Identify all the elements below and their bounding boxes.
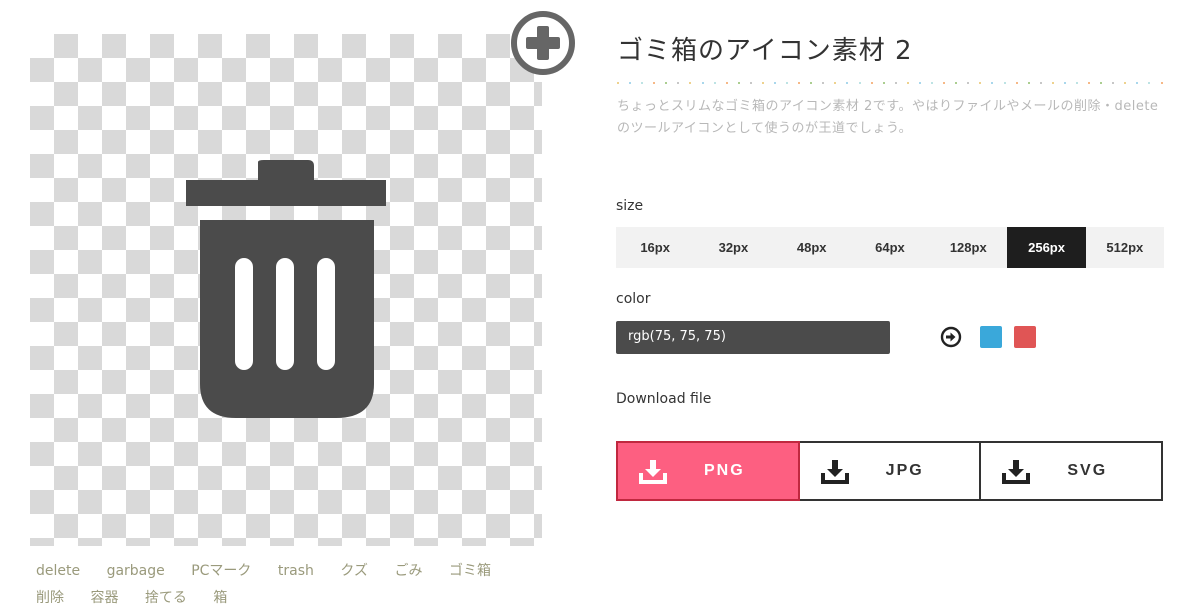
tag-link[interactable]: garbage [107,558,165,585]
size-option-512[interactable]: 512px [1086,227,1164,268]
download-svg-button[interactable]: SVG [981,443,1161,499]
tag-link[interactable]: delete [36,558,80,585]
tag-link[interactable]: 容器 [90,585,118,611]
tag-link[interactable]: ゴミ箱 [449,558,491,585]
download-icon [820,460,849,484]
page-title: ゴミ箱のアイコン素材 2 [617,36,913,66]
download-svg-label: SVG [1067,462,1108,479]
tag-link[interactable]: ごみ [395,558,423,585]
size-option-48[interactable]: 48px [773,227,851,268]
tag-list: delete garbage PCマーク trash クズ ごみ ゴミ箱 削除 … [36,558,556,611]
tag-link[interactable]: クズ [340,558,368,585]
color-swatch-blue[interactable] [980,326,1002,348]
size-option-32[interactable]: 32px [694,227,772,268]
download-icon [1002,460,1031,484]
color-input[interactable]: rgb(75, 75, 75) [616,321,890,354]
trash-icon [186,160,386,418]
download-png-button[interactable]: PNG [616,441,800,501]
color-label: color [616,291,651,307]
size-option-16[interactable]: 16px [616,227,694,268]
divider [617,82,1163,86]
tag-link[interactable]: 箱 [213,585,227,611]
tag-link[interactable]: 捨てる [145,585,187,611]
download-jpg-label: JPG [885,462,924,479]
download-label: Download file [616,391,712,407]
color-swatch-red[interactable] [1014,326,1036,348]
size-option-128[interactable]: 128px [929,227,1007,268]
download-icon [639,460,667,484]
size-option-256[interactable]: 256px [1007,227,1086,268]
size-selector: 16px 32px 48px 64px 128px 256px 512px [616,227,1164,268]
tag-link[interactable]: trash [278,558,314,585]
plus-circle-icon[interactable] [510,10,576,76]
download-png-label: PNG [704,462,745,479]
download-jpg-button[interactable]: JPG [800,443,982,499]
icon-description: ちょっとスリムなゴミ箱のアイコン素材 2です。やはりファイルやメールの削除・de… [617,99,1159,136]
tag-link[interactable]: 削除 [36,585,64,611]
size-label: size [616,198,644,214]
download-buttons: PNG JPG SVG [616,441,1163,501]
size-option-64[interactable]: 64px [851,227,929,268]
icon-preview [30,34,542,546]
arrow-circle-icon[interactable] [940,326,962,348]
tag-link[interactable]: PCマーク [191,558,251,585]
